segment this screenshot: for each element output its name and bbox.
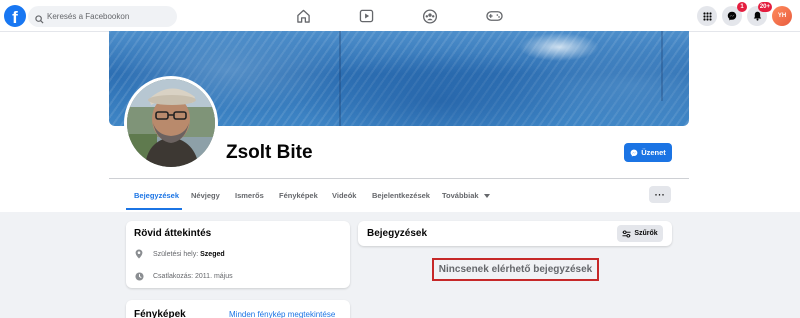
groups-icon[interactable] bbox=[419, 6, 441, 26]
tab-more-label: Továbbiak bbox=[442, 191, 479, 200]
tab-check-ins[interactable]: Bejelentkezések bbox=[372, 191, 430, 200]
tab-friends[interactable]: Ismerős bbox=[235, 191, 264, 200]
video-icon[interactable] bbox=[355, 6, 377, 26]
joined-text: Csatlakozás: 2011. május bbox=[153, 272, 233, 280]
birthplace-label: Születési hely: bbox=[153, 250, 199, 258]
profile-picture[interactable] bbox=[124, 76, 218, 170]
top-navigation-bar: f 1 20+ YH bbox=[0, 0, 800, 32]
messenger-button[interactable]: 1 bbox=[722, 2, 747, 26]
search-input[interactable] bbox=[47, 8, 172, 25]
home-icon[interactable] bbox=[292, 6, 314, 26]
notifications-badge: 20+ bbox=[757, 2, 772, 12]
photos-title: Fényképek bbox=[134, 309, 186, 318]
intro-card: Rövid áttekintés Születési hely: Szeged … bbox=[126, 221, 350, 288]
see-all-photos-link[interactable]: Minden fénykép megtekintése bbox=[229, 310, 335, 318]
grid-icon bbox=[702, 11, 712, 21]
menu-grid-button[interactable] bbox=[697, 6, 717, 26]
no-posts-message: Nincsenek elérhető bejegyzések bbox=[432, 258, 599, 281]
gaming-icon[interactable] bbox=[483, 6, 505, 26]
filters-button-label: Szűrők bbox=[634, 230, 658, 237]
notifications-button[interactable]: 20+ bbox=[747, 2, 772, 26]
photos-card: Fényképek Minden fénykép megtekintése bbox=[126, 300, 350, 318]
account-avatar[interactable]: YH bbox=[772, 6, 792, 26]
tab-posts[interactable]: Bejegyzések bbox=[134, 191, 179, 200]
search-icon bbox=[35, 11, 44, 29]
profile-photo-image bbox=[127, 79, 215, 167]
posts-header-card: Bejegyzések Szűrők bbox=[358, 221, 672, 246]
birthplace-value[interactable]: Szeged bbox=[200, 251, 225, 258]
bell-icon bbox=[753, 11, 761, 21]
message-button[interactable]: Üzenet bbox=[624, 143, 672, 162]
facebook-logo[interactable]: f bbox=[4, 5, 26, 27]
location-pin-icon bbox=[134, 249, 144, 259]
tab-more[interactable]: Továbbiak bbox=[442, 191, 490, 200]
avatar-initials: YH bbox=[777, 13, 787, 19]
cover-decoration bbox=[339, 31, 341, 126]
more-options-button[interactable]: ··· bbox=[649, 186, 671, 203]
intro-title: Rövid áttekintés bbox=[134, 228, 212, 239]
filter-sliders-icon bbox=[622, 229, 631, 238]
more-options-icon: ··· bbox=[654, 189, 666, 200]
messenger-icon bbox=[630, 149, 638, 157]
tab-photos[interactable]: Fényképek bbox=[279, 191, 318, 200]
tab-about[interactable]: Névjegy bbox=[191, 191, 220, 200]
search-box[interactable] bbox=[28, 6, 177, 27]
active-tab-indicator bbox=[126, 208, 182, 210]
profile-name: Zsolt Bite bbox=[226, 142, 313, 163]
facebook-logo-letter: f bbox=[12, 8, 18, 27]
cover-decoration bbox=[661, 31, 663, 101]
profile-divider bbox=[109, 178, 689, 179]
messenger-badge: 1 bbox=[737, 2, 747, 12]
tab-videos[interactable]: Videók bbox=[332, 191, 356, 200]
message-button-label: Üzenet bbox=[641, 148, 666, 157]
joined-row: Csatlakozás: 2011. május bbox=[134, 271, 233, 281]
clock-icon bbox=[134, 271, 144, 281]
messenger-icon bbox=[727, 11, 737, 21]
filters-button[interactable]: Szűrők bbox=[617, 225, 663, 242]
posts-title: Bejegyzések bbox=[367, 228, 428, 239]
birthplace-row: Születési hely: Szeged bbox=[134, 249, 225, 259]
chevron-down-icon bbox=[483, 194, 490, 198]
